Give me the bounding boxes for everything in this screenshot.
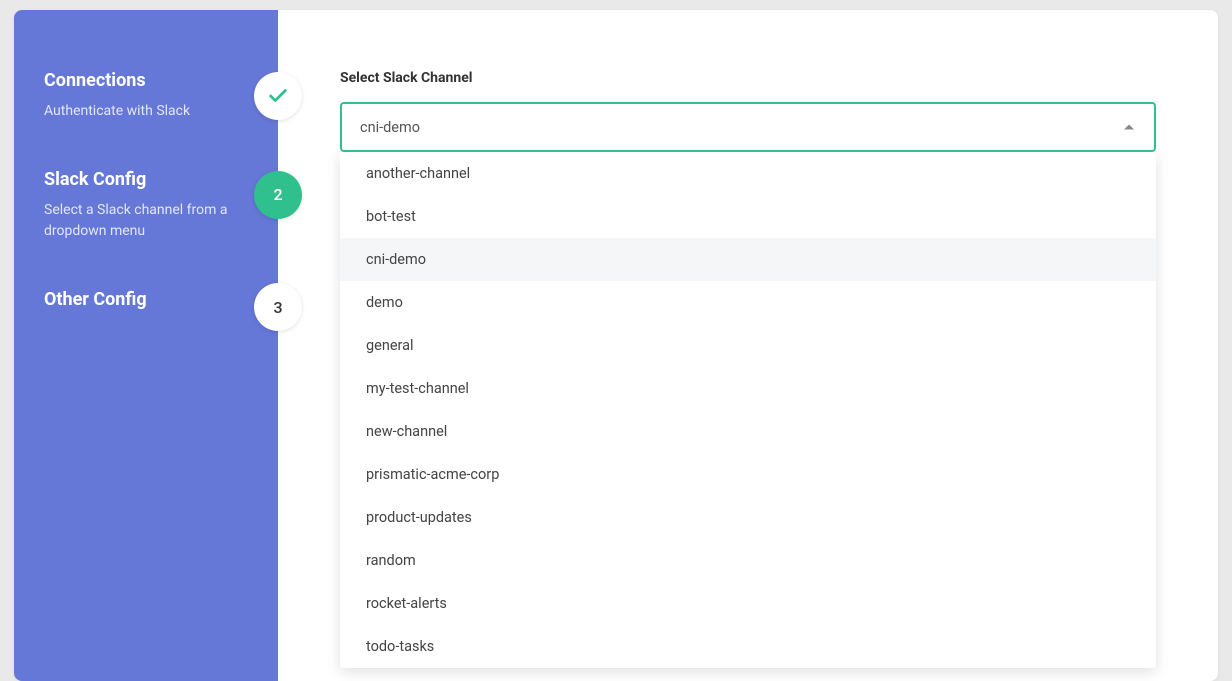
step-other-config[interactable]: Other Config 3 — [44, 289, 254, 310]
dropdown-option[interactable]: prismatic-acme-corp — [340, 453, 1156, 496]
dropdown-option[interactable]: demo — [340, 281, 1156, 324]
step-title: Other Config — [44, 289, 254, 310]
step-title: Connections — [44, 70, 254, 91]
step-connections[interactable]: Connections Authenticate with Slack — [44, 70, 254, 123]
wizard-main: Select Slack Channel cni-demo another-ch… — [278, 10, 1218, 681]
step-title: Slack Config — [44, 169, 254, 190]
step-slack-config[interactable]: Slack Config Select a Slack channel from… — [44, 169, 254, 243]
slack-channel-dropdown: another-channelbot-testcni-demodemogener… — [340, 152, 1156, 668]
chevron-up-icon — [1124, 125, 1134, 130]
dropdown-option[interactable]: cni-demo — [340, 238, 1156, 281]
dropdown-option[interactable]: product-updates — [340, 496, 1156, 539]
dropdown-option[interactable]: random — [340, 539, 1156, 582]
dropdown-option[interactable]: todo-tasks — [340, 625, 1156, 668]
dropdown-option[interactable]: my-test-channel — [340, 367, 1156, 410]
step-desc: Select a Slack channel from a dropdown m… — [44, 200, 244, 243]
dropdown-option[interactable]: bot-test — [340, 195, 1156, 238]
dropdown-option[interactable]: new-channel — [340, 410, 1156, 453]
slack-channel-select[interactable]: cni-demo — [340, 102, 1156, 152]
wizard-sidebar: Connections Authenticate with Slack Slac… — [14, 10, 278, 681]
dropdown-option[interactable]: another-channel — [340, 152, 1156, 195]
config-wizard: Connections Authenticate with Slack Slac… — [14, 10, 1218, 681]
step-desc: Authenticate with Slack — [44, 101, 244, 123]
dropdown-option[interactable]: rocket-alerts — [340, 582, 1156, 625]
select-channel-label: Select Slack Channel — [340, 70, 1156, 86]
dropdown-option[interactable]: general — [340, 324, 1156, 367]
select-current-value: cni-demo — [360, 119, 420, 136]
